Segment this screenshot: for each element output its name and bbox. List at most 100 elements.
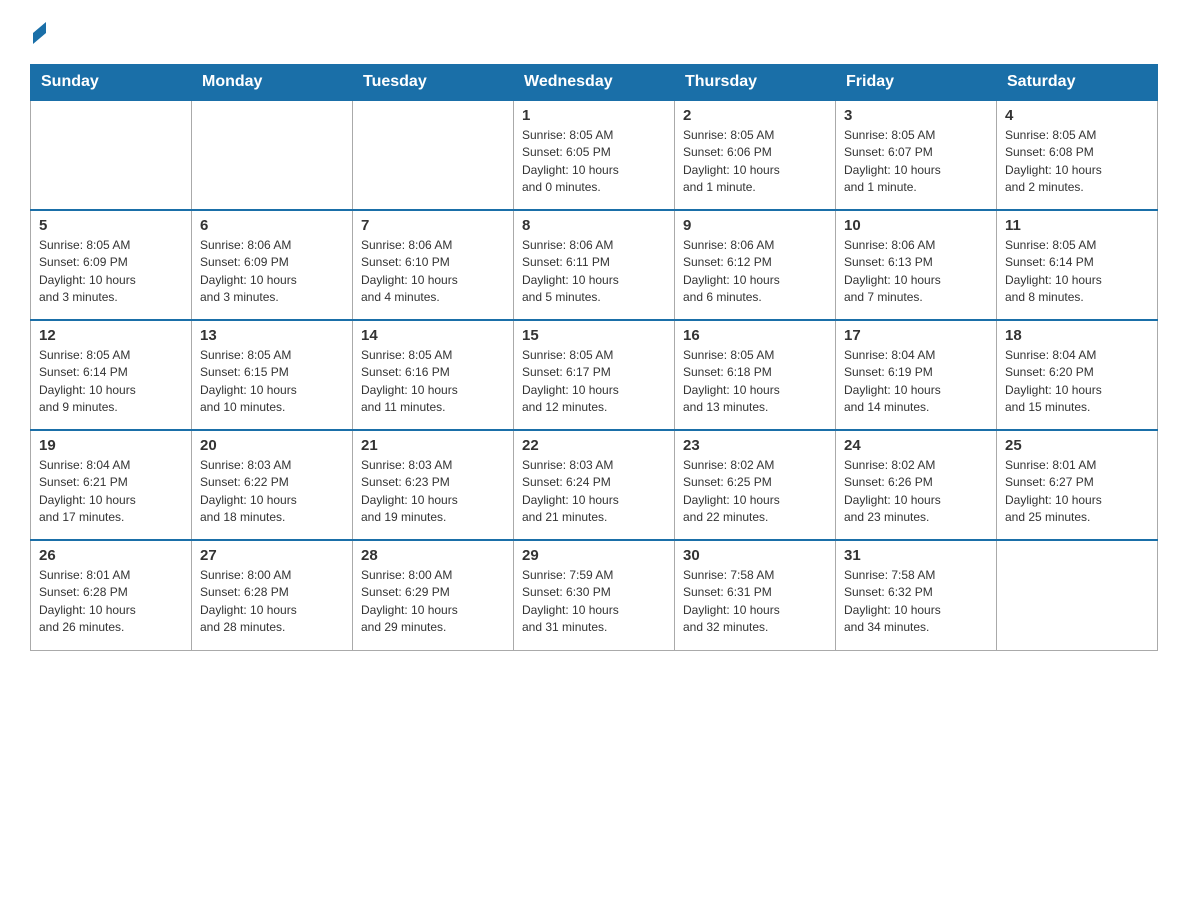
day-cell: 12 Sunrise: 8:05 AMSunset: 6:14 PMDayligh… [31,320,192,430]
day-cell: 9Sunrise: 8:06 AMSunset: 6:12 PMDaylight… [675,210,836,320]
day-info: Sunrise: 8:05 AMSunset: 6:15 PMDaylight:… [200,347,344,417]
day-cell: 17 Sunrise: 8:04 AMSunset: 6:19 PMDayligh… [836,320,997,430]
day-number: 30 [683,547,827,564]
day-cell: 7Sunrise: 8:06 AMSunset: 6:10 PMDaylight… [353,210,514,320]
day-number: 23 [683,437,827,454]
day-info: Sunrise: 8:05 AMSunset: 6:05 PMDaylight:… [522,127,666,197]
day-info: Sunrise: 8:02 AMSunset: 6:26 PMDaylight:… [844,457,988,527]
day-cell: 24 Sunrise: 8:02 AMSunset: 6:26 PMDayligh… [836,430,997,540]
day-number: 25 [1005,437,1149,454]
day-number: 6 [200,217,344,234]
day-info: Sunrise: 8:00 AMSunset: 6:29 PMDaylight:… [361,567,505,637]
day-cell: 15 Sunrise: 8:05 AMSunset: 6:17 PMDayligh… [514,320,675,430]
day-info: Sunrise: 7:58 AMSunset: 6:31 PMDaylight:… [683,567,827,637]
day-number: 16 [683,327,827,344]
day-cell: 22 Sunrise: 8:03 AMSunset: 6:24 PMDayligh… [514,430,675,540]
weekday-header-wednesday: Wednesday [514,65,675,101]
day-info: Sunrise: 8:02 AMSunset: 6:25 PMDaylight:… [683,457,827,527]
day-info: Sunrise: 7:59 AMSunset: 6:30 PMDaylight:… [522,567,666,637]
day-cell: 4Sunrise: 8:05 AMSunset: 6:08 PMDaylight… [997,100,1158,210]
day-info: Sunrise: 8:04 AMSunset: 6:21 PMDaylight:… [39,457,183,527]
day-cell: 1 Sunrise: 8:05 AMSunset: 6:05 PMDaylight… [514,100,675,210]
day-cell: 5Sunrise: 8:05 AMSunset: 6:09 PMDaylight… [31,210,192,320]
day-cell: 16 Sunrise: 8:05 AMSunset: 6:18 PMDayligh… [675,320,836,430]
calendar-table: SundayMondayTuesdayWednesdayThursdayFrid… [30,64,1158,651]
day-cell: 21Sunrise: 8:03 AMSunset: 6:23 PMDayligh… [353,430,514,540]
day-cell: 31 Sunrise: 7:58 AMSunset: 6:32 PMDayligh… [836,540,997,650]
day-number: 31 [844,547,988,564]
day-cell [192,100,353,210]
weekday-header-tuesday: Tuesday [353,65,514,101]
weekday-header-saturday: Saturday [997,65,1158,101]
day-number: 17 [844,327,988,344]
week-row-4: 19 Sunrise: 8:04 AMSunset: 6:21 PMDayligh… [31,430,1158,540]
weekday-header-monday: Monday [192,65,353,101]
day-number: 3 [844,107,988,124]
day-cell: 6 Sunrise: 8:06 AMSunset: 6:09 PMDaylight… [192,210,353,320]
day-number: 5 [39,217,183,234]
day-info: Sunrise: 8:05 AMSunset: 6:07 PMDaylight:… [844,127,988,197]
day-cell: 20 Sunrise: 8:03 AMSunset: 6:22 PMDayligh… [192,430,353,540]
day-info: Sunrise: 8:05 AMSunset: 6:16 PMDaylight:… [361,347,505,417]
day-number: 18 [1005,327,1149,344]
day-info: Sunrise: 7:58 AMSunset: 6:32 PMDaylight:… [844,567,988,637]
day-number: 8 [522,217,666,234]
day-number: 19 [39,437,183,454]
weekday-header-friday: Friday [836,65,997,101]
day-info: Sunrise: 8:05 AMSunset: 6:14 PMDaylight:… [39,347,183,417]
day-cell: 29 Sunrise: 7:59 AMSunset: 6:30 PMDayligh… [514,540,675,650]
page-header [30,20,1158,44]
week-row-5: 26 Sunrise: 8:01 AMSunset: 6:28 PMDayligh… [31,540,1158,650]
day-number: 11 [1005,217,1149,234]
day-info: Sunrise: 8:06 AMSunset: 6:09 PMDaylight:… [200,237,344,307]
day-info: Sunrise: 8:01 AMSunset: 6:28 PMDaylight:… [39,567,183,637]
day-number: 2 [683,107,827,124]
day-cell: 3 Sunrise: 8:05 AMSunset: 6:07 PMDaylight… [836,100,997,210]
day-number: 29 [522,547,666,564]
day-cell: 28 Sunrise: 8:00 AMSunset: 6:29 PMDayligh… [353,540,514,650]
day-cell: 25 Sunrise: 8:01 AMSunset: 6:27 PMDayligh… [997,430,1158,540]
day-cell: 2Sunrise: 8:05 AMSunset: 6:06 PMDaylight… [675,100,836,210]
day-cell [31,100,192,210]
day-info: Sunrise: 8:04 AMSunset: 6:20 PMDaylight:… [1005,347,1149,417]
day-cell: 23 Sunrise: 8:02 AMSunset: 6:25 PMDayligh… [675,430,836,540]
day-info: Sunrise: 8:05 AMSunset: 6:17 PMDaylight:… [522,347,666,417]
day-info: Sunrise: 8:03 AMSunset: 6:23 PMDaylight:… [361,457,505,527]
week-row-3: 12 Sunrise: 8:05 AMSunset: 6:14 PMDayligh… [31,320,1158,430]
day-number: 10 [844,217,988,234]
day-cell: 27Sunrise: 8:00 AMSunset: 6:28 PMDayligh… [192,540,353,650]
day-number: 20 [200,437,344,454]
day-cell: 13 Sunrise: 8:05 AMSunset: 6:15 PMDayligh… [192,320,353,430]
day-info: Sunrise: 8:06 AMSunset: 6:13 PMDaylight:… [844,237,988,307]
week-row-2: 5Sunrise: 8:05 AMSunset: 6:09 PMDaylight… [31,210,1158,320]
weekday-header-thursday: Thursday [675,65,836,101]
day-number: 26 [39,547,183,564]
day-number: 12 [39,327,183,344]
day-info: Sunrise: 8:03 AMSunset: 6:24 PMDaylight:… [522,457,666,527]
day-number: 9 [683,217,827,234]
header-row: SundayMondayTuesdayWednesdayThursdayFrid… [31,65,1158,101]
day-info: Sunrise: 8:04 AMSunset: 6:19 PMDaylight:… [844,347,988,417]
day-number: 15 [522,327,666,344]
day-cell [353,100,514,210]
day-info: Sunrise: 8:06 AMSunset: 6:11 PMDaylight:… [522,237,666,307]
day-number: 1 [522,107,666,124]
day-info: Sunrise: 8:05 AMSunset: 6:14 PMDaylight:… [1005,237,1149,307]
day-number: 13 [200,327,344,344]
day-cell: 18 Sunrise: 8:04 AMSunset: 6:20 PMDayligh… [997,320,1158,430]
day-number: 27 [200,547,344,564]
day-number: 24 [844,437,988,454]
weekday-header-sunday: Sunday [31,65,192,101]
day-cell: 11 Sunrise: 8:05 AMSunset: 6:14 PMDayligh… [997,210,1158,320]
day-cell: 26 Sunrise: 8:01 AMSunset: 6:28 PMDayligh… [31,540,192,650]
day-info: Sunrise: 8:06 AMSunset: 6:10 PMDaylight:… [361,237,505,307]
day-number: 22 [522,437,666,454]
day-cell: 10 Sunrise: 8:06 AMSunset: 6:13 PMDayligh… [836,210,997,320]
day-number: 28 [361,547,505,564]
day-cell: 30 Sunrise: 7:58 AMSunset: 6:31 PMDayligh… [675,540,836,650]
day-cell: 19 Sunrise: 8:04 AMSunset: 6:21 PMDayligh… [31,430,192,540]
day-cell: 14Sunrise: 8:05 AMSunset: 6:16 PMDayligh… [353,320,514,430]
day-info: Sunrise: 8:03 AMSunset: 6:22 PMDaylight:… [200,457,344,527]
day-info: Sunrise: 8:05 AMSunset: 6:18 PMDaylight:… [683,347,827,417]
day-info: Sunrise: 8:01 AMSunset: 6:27 PMDaylight:… [1005,457,1149,527]
